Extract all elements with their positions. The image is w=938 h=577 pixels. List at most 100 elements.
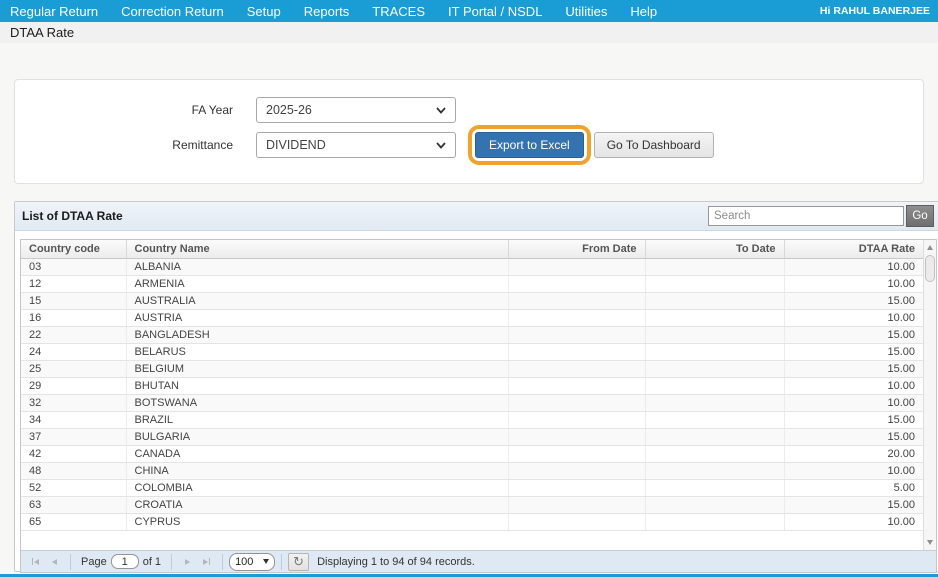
export-highlight-ring: Export to Excel bbox=[468, 125, 591, 165]
cell-country-code: 48 bbox=[21, 462, 126, 479]
dtaa-table: Country codeCountry NameFrom DateTo Date… bbox=[21, 240, 923, 531]
cell-country-code: 12 bbox=[21, 275, 126, 292]
table-row[interactable]: 29BHUTAN10.00 bbox=[21, 377, 923, 394]
table-row[interactable]: 22BANGLADESH15.00 bbox=[21, 326, 923, 343]
table-row[interactable]: 63CROATIA15.00 bbox=[21, 496, 923, 513]
cell-country-name: BANGLADESH bbox=[126, 326, 508, 343]
cell-to-date bbox=[645, 479, 784, 496]
cell-country-code: 24 bbox=[21, 343, 126, 360]
cell-from-date bbox=[508, 377, 645, 394]
cell-from-date bbox=[508, 292, 645, 309]
prev-page-icon[interactable] bbox=[45, 554, 64, 570]
page-number-input[interactable] bbox=[111, 554, 139, 569]
cell-dtaa-rate: 15.00 bbox=[784, 326, 923, 343]
nav-item-correction-return[interactable]: Correction Return bbox=[121, 4, 224, 19]
table-row[interactable]: 15AUSTRALIA15.00 bbox=[21, 292, 923, 309]
cell-from-date bbox=[508, 445, 645, 462]
column-header-country-code[interactable]: Country code bbox=[21, 240, 126, 258]
nav-item-reports[interactable]: Reports bbox=[304, 4, 350, 19]
cell-country-name: COLOMBIA bbox=[126, 479, 508, 496]
dtaa-table-body: 03ALBANIA10.0012ARMENIA10.0015AUSTRALIA1… bbox=[21, 258, 923, 530]
first-page-icon[interactable] bbox=[26, 554, 45, 570]
scroll-up-icon[interactable] bbox=[924, 241, 936, 254]
table-row[interactable]: 37BULGARIA15.00 bbox=[21, 428, 923, 445]
dtaa-list-panel: List of DTAA Rate Go Country codeCountry… bbox=[14, 201, 938, 572]
column-header-to-date[interactable]: To Date bbox=[645, 240, 784, 258]
table-row[interactable]: 12ARMENIA10.00 bbox=[21, 275, 923, 292]
cell-from-date bbox=[508, 462, 645, 479]
go-to-dashboard-button[interactable]: Go To Dashboard bbox=[594, 132, 714, 158]
table-row[interactable]: 42CANADA20.00 bbox=[21, 445, 923, 462]
cell-from-date bbox=[508, 513, 645, 530]
list-header: List of DTAA Rate Go bbox=[15, 202, 938, 231]
user-greeting: Hi RAHUL BANERJEE bbox=[820, 5, 938, 17]
cell-to-date bbox=[645, 411, 784, 428]
cell-country-code: 29 bbox=[21, 377, 126, 394]
nav-item-utilities[interactable]: Utilities bbox=[565, 4, 607, 19]
cell-to-date bbox=[645, 292, 784, 309]
cell-country-name: BOTSWANA bbox=[126, 394, 508, 411]
cell-to-date bbox=[645, 513, 784, 530]
table-row[interactable]: 48CHINA10.00 bbox=[21, 462, 923, 479]
search-input[interactable] bbox=[708, 206, 904, 226]
scrollbar-thumb[interactable] bbox=[925, 255, 935, 282]
table-row[interactable]: 25BELGIUM15.00 bbox=[21, 360, 923, 377]
nav-item-it-portal-nsdl[interactable]: IT Portal / NSDL bbox=[448, 4, 542, 19]
nav-item-help[interactable]: Help bbox=[630, 4, 657, 19]
column-header-dtaa-rate[interactable]: DTAA Rate bbox=[784, 240, 923, 258]
table-row[interactable]: 32BOTSWANA 10.00 bbox=[21, 394, 923, 411]
cell-dtaa-rate: 10.00 bbox=[784, 275, 923, 292]
cell-dtaa-rate: 15.00 bbox=[784, 343, 923, 360]
chevron-down-icon bbox=[436, 107, 446, 114]
cell-to-date bbox=[645, 462, 784, 479]
remittance-select[interactable]: DIVIDEND bbox=[256, 132, 456, 158]
dtaa-grid: Country codeCountry NameFrom DateTo Date… bbox=[20, 239, 937, 573]
cell-to-date bbox=[645, 343, 784, 360]
cell-dtaa-rate: 10.00 bbox=[784, 258, 923, 275]
cell-dtaa-rate: 10.00 bbox=[784, 462, 923, 479]
column-header-from-date[interactable]: From Date bbox=[508, 240, 645, 258]
cell-dtaa-rate: 10.00 bbox=[784, 309, 923, 326]
fa-year-select[interactable]: 2025-26 bbox=[256, 97, 456, 123]
column-header-country-name[interactable]: Country Name bbox=[126, 240, 508, 258]
cell-to-date bbox=[645, 326, 784, 343]
top-nav: Regular Return Correction Return Setup Repo… bbox=[0, 0, 938, 22]
cell-country-name: BELARUS bbox=[126, 343, 508, 360]
cell-dtaa-rate: 10.00 bbox=[784, 377, 923, 394]
nav-item-traces[interactable]: TRACES bbox=[372, 4, 425, 19]
cell-country-name: BULGARIA bbox=[126, 428, 508, 445]
cell-country-code: 03 bbox=[21, 258, 126, 275]
table-row[interactable]: 65CYPRUS10.00 bbox=[21, 513, 923, 530]
cell-country-code: 32 bbox=[21, 394, 126, 411]
scroll-down-icon[interactable] bbox=[924, 536, 936, 549]
fa-year-value: 2025-26 bbox=[266, 103, 312, 117]
table-row[interactable]: 34BRAZIL15.00 bbox=[21, 411, 923, 428]
cell-country-code: 65 bbox=[21, 513, 126, 530]
last-page-icon[interactable] bbox=[197, 554, 216, 570]
table-row[interactable]: 03ALBANIA 10.00 bbox=[21, 258, 923, 275]
export-to-excel-button[interactable]: Export to Excel bbox=[475, 132, 584, 158]
remittance-label: Remittance bbox=[15, 138, 233, 152]
table-row[interactable]: 24BELARUS 15.00 bbox=[21, 343, 923, 360]
filter-panel: FA Year 2025-26 Remittance DIVIDEND Expo… bbox=[14, 79, 924, 184]
cell-country-name: CANADA bbox=[126, 445, 508, 462]
cell-dtaa-rate: 15.00 bbox=[784, 496, 923, 513]
grid-scroll-area: Country codeCountry NameFrom DateTo Date… bbox=[21, 240, 923, 550]
table-row[interactable]: 16AUSTRIA10.00 bbox=[21, 309, 923, 326]
cell-dtaa-rate: 15.00 bbox=[784, 360, 923, 377]
vertical-scrollbar[interactable] bbox=[923, 240, 936, 550]
pager-status: Displaying 1 to 94 of 94 records. bbox=[317, 556, 475, 568]
nav-item-regular-return[interactable]: Regular Return bbox=[10, 4, 98, 19]
cell-to-date bbox=[645, 377, 784, 394]
cell-country-name: ALBANIA bbox=[126, 258, 508, 275]
cell-country-code: 42 bbox=[21, 445, 126, 462]
refresh-icon[interactable]: ↻ bbox=[288, 553, 309, 571]
cell-dtaa-rate: 10.00 bbox=[784, 394, 923, 411]
next-page-icon[interactable] bbox=[178, 554, 197, 570]
nav-item-setup[interactable]: Setup bbox=[247, 4, 281, 19]
table-row[interactable]: 52COLOMBIA5.00 bbox=[21, 479, 923, 496]
page-size-select[interactable]: 100 bbox=[229, 553, 275, 571]
search-go-button[interactable]: Go bbox=[906, 205, 934, 227]
cell-from-date bbox=[508, 428, 645, 445]
cell-country-name: AUSTRALIA bbox=[126, 292, 508, 309]
